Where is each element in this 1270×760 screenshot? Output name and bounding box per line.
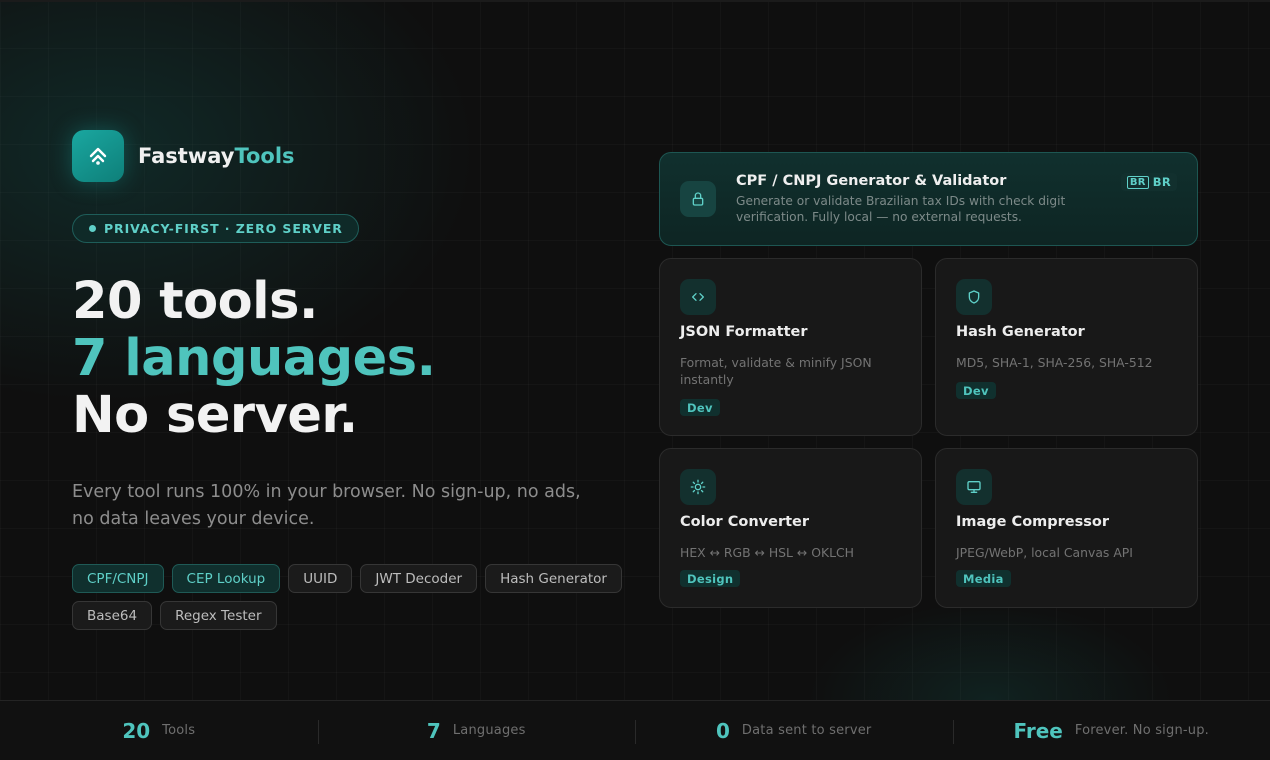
tool-title: Color Converter <box>680 514 810 530</box>
tool-description: HEX ↔ RGB ↔ HSL ↔ OKLCH <box>680 545 854 560</box>
flag-icon: BR <box>1126 175 1149 189</box>
tool-description: Format, validate & minify JSON instantly <box>680 355 872 387</box>
code-icon <box>680 279 716 315</box>
sun-icon <box>680 469 716 505</box>
stat-value: 7 <box>426 718 441 743</box>
stat-data-sent: 0 Data sent to server <box>635 701 953 760</box>
top-border <box>0 0 1270 2</box>
tool-tag: Media <box>956 570 1011 587</box>
tool-tag: Dev <box>680 399 720 416</box>
brand-logo[interactable]: FastwayTools <box>72 130 295 182</box>
tool-tag: Dev <box>956 382 996 399</box>
hero-subtitle: Every tool runs 100% in your browser. No… <box>72 482 581 529</box>
logo-arrow-icon <box>72 130 124 182</box>
monitor-icon <box>956 469 992 505</box>
stat-languages: 7 Languages <box>317 701 636 760</box>
shield-icon <box>956 279 992 315</box>
tool-card-image-compressor[interactable]: Image Compressor JPEG/WebP, local Canvas… <box>935 448 1198 608</box>
country-flag-badge: BR BR <box>1120 173 1177 191</box>
chip-cep-lookup[interactable]: CEP Lookup <box>171 564 281 593</box>
flag-label: BR <box>1152 175 1171 189</box>
tool-description: MD5, SHA-1, SHA-256, SHA-512 <box>956 355 1153 370</box>
featured-title: CPF / CNPJ Generator & Validator <box>736 173 1007 189</box>
tool-tag: Design <box>680 570 741 587</box>
featured-tool-card[interactable]: CPF / CNPJ Generator & Validator Generat… <box>659 152 1198 246</box>
stat-label: Languages <box>452 723 526 738</box>
brand-name-part1: Fastway <box>138 144 235 168</box>
badge-label: PRIVACY-FIRST · ZERO SERVER <box>104 221 343 236</box>
privacy-badge: PRIVACY-FIRST · ZERO SERVER <box>72 214 359 243</box>
tool-chips: CPF/CNPJ CEP Lookup UUID JWT Decoder Has… <box>72 564 632 630</box>
stat-label: Data sent to server <box>741 723 872 738</box>
chip-regex-tester[interactable]: Regex Tester <box>160 601 277 630</box>
tool-card-hash-generator[interactable]: Hash Generator MD5, SHA-1, SHA-256, SHA-… <box>935 258 1198 436</box>
tool-title: Image Compressor <box>956 514 1110 530</box>
tool-description: JPEG/WebP, local Canvas API <box>956 545 1133 560</box>
chip-cpf-cnpj[interactable]: CPF/CNPJ <box>72 564 164 593</box>
stat-free: Free Forever. No sign-up. <box>952 701 1270 760</box>
chip-jwt-decoder[interactable]: JWT Decoder <box>360 564 478 593</box>
chip-hash-generator[interactable]: Hash Generator <box>485 564 622 593</box>
chip-base64[interactable]: Base64 <box>72 601 153 630</box>
tool-card-color-converter[interactable]: Color Converter HEX ↔ RGB ↔ HSL ↔ OKLCH … <box>659 448 922 608</box>
badge-dot-icon <box>89 225 96 232</box>
stat-value: Free <box>1013 718 1063 743</box>
lock-icon <box>680 181 716 217</box>
tool-card-json-formatter[interactable]: JSON Formatter Format, validate & minify… <box>659 258 922 436</box>
hero-line-1: 20 tools. <box>72 272 318 331</box>
stats-bar: 20 Tools 7 Languages 0 Data sent to serv… <box>0 700 1270 760</box>
stat-value: 0 <box>716 718 730 743</box>
tool-title: JSON Formatter <box>680 324 808 340</box>
stat-value: 20 <box>122 718 151 743</box>
brand-name: FastwayTools <box>138 144 295 168</box>
stat-label: Forever. No sign-up. <box>1074 723 1209 738</box>
hero-heading: 20 tools. 7 languages. No server. <box>72 273 436 444</box>
featured-description: Generate or validate Brazilian tax IDs w… <box>736 194 1066 224</box>
chip-uuid[interactable]: UUID <box>288 564 353 593</box>
tool-title: Hash Generator <box>956 324 1085 340</box>
brand-name-part2: Tools <box>234 144 295 168</box>
hero-line-2: 7 languages. <box>72 329 436 388</box>
stat-tools: 20 Tools <box>0 701 318 760</box>
stat-label: Tools <box>162 723 196 738</box>
hero-line-3: No server. <box>72 386 358 445</box>
